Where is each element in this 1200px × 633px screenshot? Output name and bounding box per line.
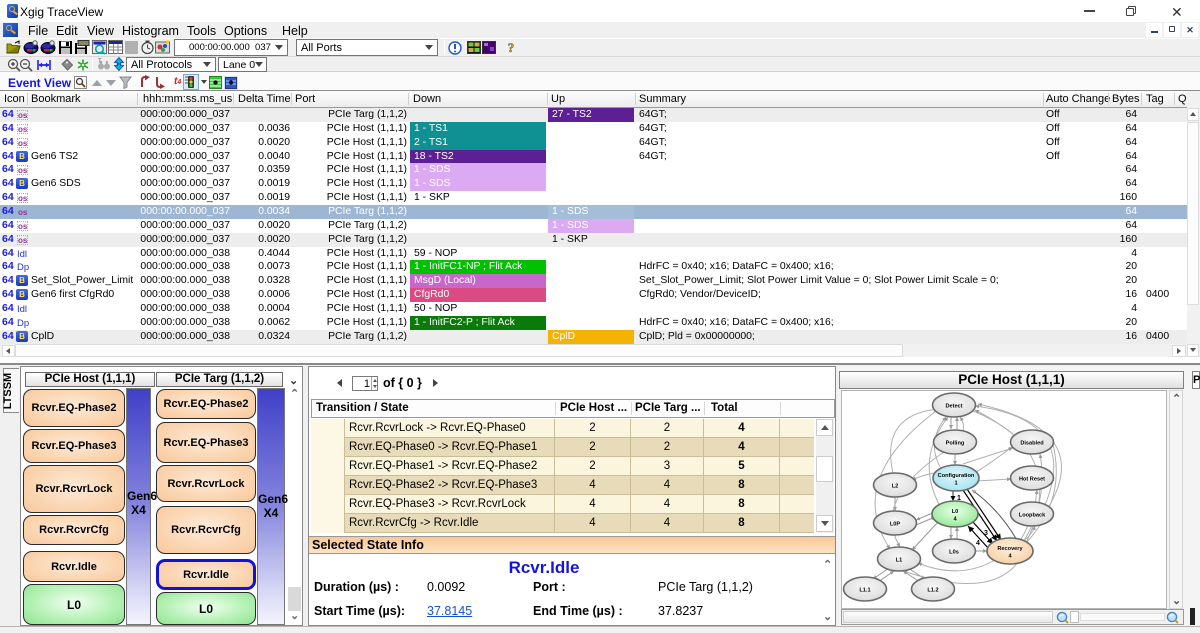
svg-text:4: 4 (976, 540, 980, 547)
svg-text:?: ? (508, 40, 515, 55)
svg-text:Polling: Polling (946, 441, 965, 447)
svg-text:Loopback: Loopback (1019, 513, 1046, 519)
svg-text:Hot Reset: Hot Reset (1019, 477, 1045, 483)
svg-text:Detect: Detect (945, 404, 962, 410)
svg-text:L1: L1 (896, 558, 903, 564)
svg-text:L1.2: L1.2 (927, 588, 938, 594)
svg-text:L1.1: L1.1 (859, 588, 870, 594)
svg-text:Configuration: Configuration (938, 473, 975, 479)
svg-text:T: T (98, 59, 102, 65)
svg-text:3: 3 (984, 530, 988, 537)
svg-text:L0P: L0P (890, 522, 901, 528)
svg-text:1: 1 (954, 481, 957, 487)
svg-text:Recovery: Recovery (997, 546, 1023, 552)
svg-text:Disabled: Disabled (1020, 441, 1044, 447)
svg-text:L2: L2 (892, 484, 899, 490)
svg-text:L0s: L0s (949, 550, 959, 556)
svg-text:L0: L0 (952, 509, 959, 515)
